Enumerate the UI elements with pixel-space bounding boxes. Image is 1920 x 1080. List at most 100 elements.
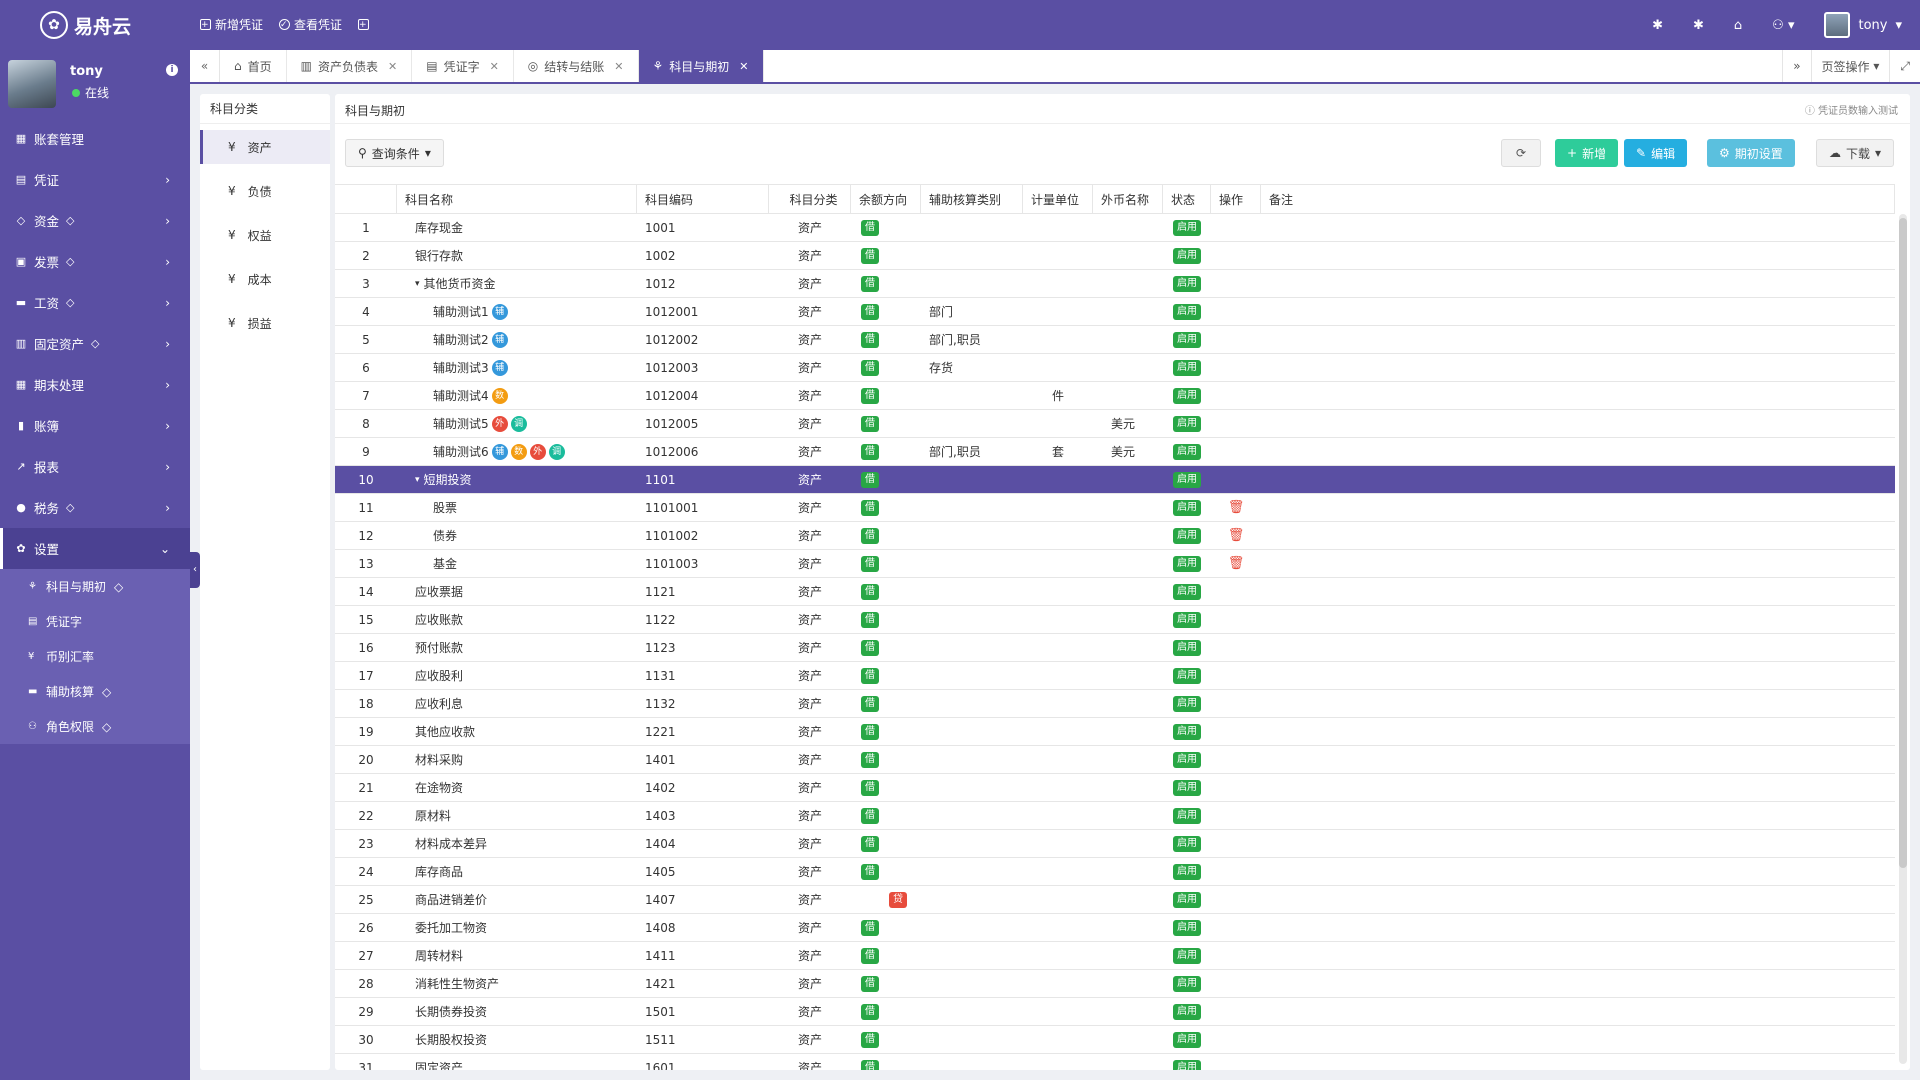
table-row[interactable]: 28 消耗性生物资产 1421 资产 借 启用 [335,970,1895,998]
tab[interactable]: ◎ 结转与结账 ✕ [514,50,639,82]
tab[interactable]: ⚘ 科目与期初 ✕ [638,50,764,82]
user-menu-icon[interactable]: ⚇ ▾ [1772,18,1794,33]
close-icon[interactable]: ✕ [388,60,397,73]
note [1261,438,1895,465]
operation-cell [1211,690,1261,717]
category-item[interactable]: ¥ 成本 [200,262,330,296]
settings-submenu: ⚘ 科目与期初 ◇ ▤ 凭证字 ¥ 币别汇率 ▬ 辅助核算 ◇ ⚇ 角色权限 ◇ [0,569,190,744]
submenu-item[interactable]: ¥ 币别汇率 [0,639,190,674]
aux-category [921,382,1023,409]
table-row[interactable]: 3 ▾ 其他货币资金 1012 资产 借 启用 [335,270,1895,298]
download-dropdown[interactable]: ☁ 下载 ▾ [1816,139,1895,167]
submenu-item[interactable]: ⚘ 科目与期初 ◇ [0,569,190,604]
row-number: 20 [358,752,374,767]
sidebar-item[interactable]: ◇ 资金 ◇ › [0,200,190,241]
table-row[interactable]: 10 ▾ 短期投资 1101 资产 借 启用 [335,466,1895,494]
table-row[interactable]: 15 应收账款 1122 资产 借 启用 [335,606,1895,634]
sidebar-item[interactable]: ● 税务 ◇ › [0,487,190,528]
table-scrollbar[interactable] [1899,214,1907,1064]
table-row[interactable]: 11 股票 1101001 资产 借 启用 🗑 [335,494,1895,522]
sidebar-item[interactable]: ✿ 设置 ⌄ [0,528,190,569]
table-row[interactable]: 8 辅助测试5 外调 1012005 资产 借 美元 启用 [335,410,1895,438]
sidebar-item[interactable]: ▮ 账簿 › [0,405,190,446]
submenu-item[interactable]: ▤ 凭证字 [0,604,190,639]
trash-icon[interactable]: 🗑 [1228,528,1245,543]
user-status: 在线 [72,84,109,101]
table-row[interactable]: 22 原材料 1403 资产 借 启用 [335,802,1895,830]
user-menu[interactable]: tony ▾ [1824,12,1902,38]
filter-label: 查询条件 [371,146,420,161]
table-row[interactable]: 7 辅助测试4 数 1012004 资产 借 件 启用 [335,382,1895,410]
table-row[interactable]: 24 库存商品 1405 资产 借 启用 [335,858,1895,886]
refresh-button[interactable]: ⟳ [1501,139,1541,167]
tab[interactable]: ▤ 凭证字 ✕ [412,50,514,82]
table-row[interactable]: 1 库存现金 1001 资产 借 启用 [335,214,1895,242]
app-logo[interactable]: ✿ 易舟云 [40,10,131,40]
sidebar-collapse-button[interactable]: ‹ [190,552,200,588]
table-row[interactable]: 4 辅助测试1 辅 1012001 资产 借 部门 启用 [335,298,1895,326]
new-voucher-button[interactable]: + 新增凭证 [200,16,263,33]
sidebar-item[interactable]: ▤ 凭证 › [0,159,190,200]
table-row[interactable]: 9 辅助测试6 辅数外调 1012006 资产 借 部门,职员 套 美元 启用 [335,438,1895,466]
tab-next-button[interactable]: » [1782,50,1810,82]
close-icon[interactable]: ✕ [490,60,499,73]
expand-toggle-icon[interactable]: ▾ [415,279,420,289]
trash-icon[interactable]: 🗑 [1228,500,1245,515]
tab-prev-button[interactable]: « [190,50,220,82]
initial-settings-button[interactable]: ⚙ 期初设置 [1707,139,1795,167]
filter-dropdown[interactable]: ⚲ 查询条件 ▾ [345,139,444,167]
table-row[interactable]: 30 长期股权投资 1511 资产 借 启用 [335,1026,1895,1054]
sidebar-item[interactable]: ↗ 报表 › [0,446,190,487]
submenu-item[interactable]: ▬ 辅助核算 ◇ [0,674,190,709]
table-row[interactable]: 2 银行存款 1002 资产 借 启用 [335,242,1895,270]
tab[interactable]: ⌂ 首页 [220,50,287,82]
submenu-item[interactable]: ⚇ 角色权限 ◇ [0,709,190,744]
home-icon[interactable]: ⌂ [1734,18,1742,33]
table-row[interactable]: 6 辅助测试3 辅 1012003 资产 借 存货 启用 [335,354,1895,382]
table-row[interactable]: 18 应收利息 1132 资产 借 启用 [335,690,1895,718]
sidebar-item[interactable]: ▣ 发票 ◇ › [0,241,190,282]
add-button[interactable]: + 新增 [1555,139,1619,167]
category-item[interactable]: ¥ 负债 [200,174,330,208]
sidebar-item[interactable]: ▬ 工资 ◇ › [0,282,190,323]
table-row[interactable]: 5 辅助测试2 辅 1012002 资产 借 部门,职员 启用 [335,326,1895,354]
sidebar-item[interactable]: ▦ 期末处理 › [0,364,190,405]
close-icon[interactable]: ✕ [614,60,623,73]
fullscreen-icon[interactable]: ⤢ [1889,50,1920,82]
sidebar-item[interactable]: ▥ 固定资产 ◇ › [0,323,190,364]
table-row[interactable]: 13 基金 1101003 资产 借 启用 🗑 [335,550,1895,578]
table-row[interactable]: 16 预付账款 1123 资产 借 启用 [335,634,1895,662]
chevron-icon: › [165,172,170,187]
table-row[interactable]: 14 应收票据 1121 资产 借 启用 [335,578,1895,606]
bug2-icon[interactable]: ✱ [1693,18,1704,33]
category-item[interactable]: ¥ 权益 [200,218,330,252]
table-row[interactable]: 12 债券 1101002 资产 借 启用 🗑 [335,522,1895,550]
info-icon[interactable]: i [166,64,178,76]
table-row[interactable]: 25 商品进销差价 1407 资产 贷 启用 [335,886,1895,914]
expand-toggle-icon[interactable]: ▾ [415,475,420,485]
add-label: 新增 [1582,146,1607,161]
grid-button[interactable]: + [358,16,370,33]
scroll-thumb[interactable] [1899,218,1907,868]
bug-icon[interactable]: ✱ [1652,18,1663,33]
table-row[interactable]: 29 长期债券投资 1501 资产 借 启用 [335,998,1895,1026]
table-row[interactable]: 23 材料成本差异 1404 资产 借 启用 [335,830,1895,858]
table-row[interactable]: 19 其他应收款 1221 资产 借 启用 [335,718,1895,746]
table-row[interactable]: 27 周转材料 1411 资产 借 启用 [335,942,1895,970]
tab-ops-dropdown[interactable]: 页签操作 ▾ [1810,50,1890,82]
aux-category [921,242,1023,269]
trash-icon[interactable]: 🗑 [1228,556,1245,571]
sidebar-item[interactable]: ▦ 账套管理 [0,118,190,159]
table-row[interactable]: 17 应收股利 1131 资产 借 启用 [335,662,1895,690]
edit-button[interactable]: ✎ 编辑 [1624,139,1688,167]
table-row[interactable]: 21 在途物资 1402 资产 借 启用 [335,774,1895,802]
view-voucher-button[interactable]: ✓ 查看凭证 [279,16,342,33]
category-item[interactable]: ¥ 损益 [200,306,330,340]
close-icon[interactable]: ✕ [739,60,748,73]
table-row[interactable]: 20 材料采购 1401 资产 借 启用 [335,746,1895,774]
category-item[interactable]: ¥ 资产 [200,130,330,164]
operation-cell [1211,1054,1261,1070]
table-row[interactable]: 31 固定资产 1601 资产 借 启用 [335,1054,1895,1070]
table-row[interactable]: 26 委托加工物资 1408 资产 借 启用 [335,914,1895,942]
tab[interactable]: ▥ 资产负债表 ✕ [287,50,413,82]
